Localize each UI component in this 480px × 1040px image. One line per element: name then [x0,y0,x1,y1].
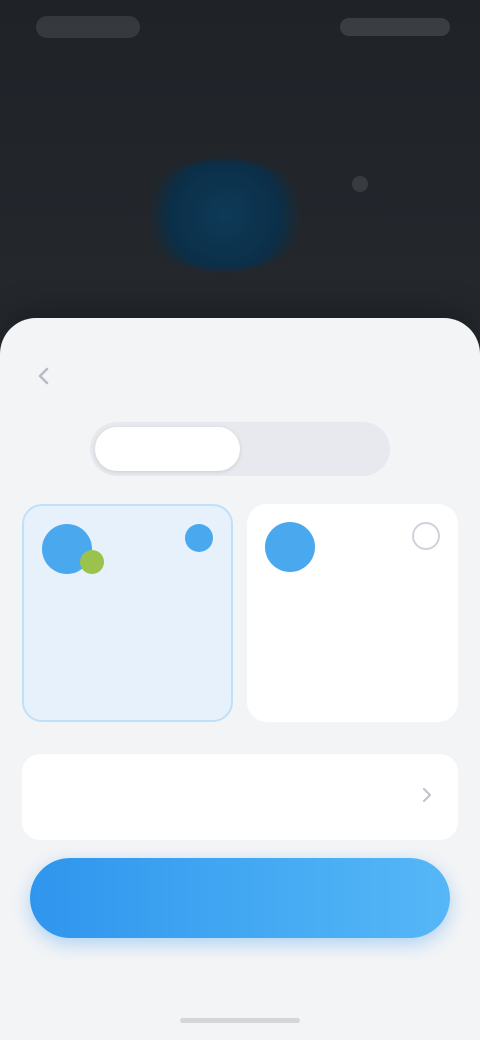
back-button[interactable] [26,358,62,394]
unselected-indicator[interactable] [412,522,440,550]
option-cards [22,504,458,722]
card-description [265,644,440,680]
camera-preview-blob [140,160,310,270]
bottom-sheet [0,318,480,1040]
sheet-title [150,360,330,388]
option-card-1[interactable] [22,504,233,722]
option-card-2[interactable] [247,504,458,722]
card-title [42,610,213,630]
app-screen [0,0,480,1040]
card-description [42,646,213,682]
status-icons [340,18,450,36]
primary-action-button[interactable] [30,858,450,938]
settings-row-subtitle [44,800,436,818]
card-title [265,608,440,628]
segment-option-2[interactable] [240,427,385,471]
status-bar [0,0,480,56]
selected-indicator[interactable] [185,524,213,552]
footnote-text [60,952,420,972]
segmented-control [90,422,390,476]
chevron-left-icon [38,367,49,385]
settings-row-title [44,772,436,794]
camera-dot [352,176,368,192]
badge-icon [80,550,104,574]
settings-row[interactable] [22,754,458,840]
segment-option-1[interactable] [95,427,240,471]
device-icon [42,524,104,574]
status-time [36,16,140,38]
device-icon [265,522,315,572]
chevron-right-icon [422,787,432,803]
home-indicator [180,1018,300,1023]
sheet-header [0,350,480,398]
